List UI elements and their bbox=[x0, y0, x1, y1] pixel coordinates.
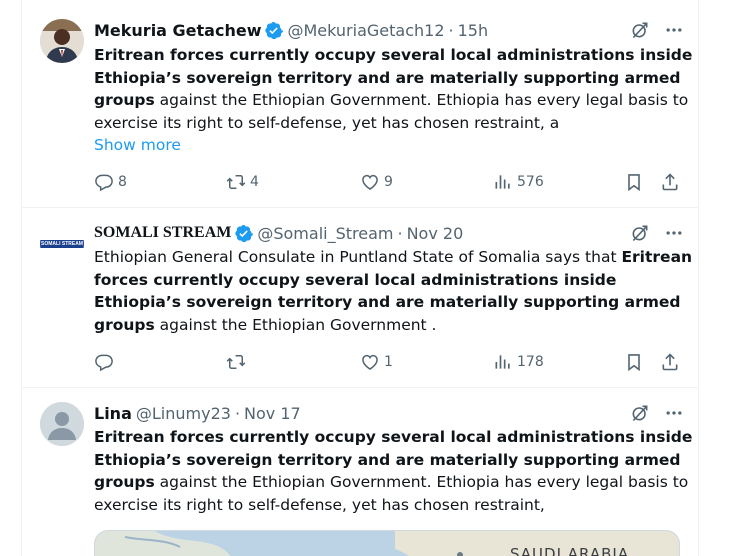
bookmark-icon bbox=[624, 172, 644, 192]
share-icon bbox=[660, 172, 680, 192]
more-icon[interactable] bbox=[664, 403, 684, 423]
verified-badge-icon bbox=[264, 21, 283, 40]
like-button[interactable]: 9 bbox=[360, 170, 393, 194]
author-name[interactable]: Mekuria Getachew bbox=[94, 21, 261, 40]
tweet-text: Eritrean forces currently occupy several… bbox=[94, 44, 694, 157]
author-handle[interactable]: @MekuriaGetach12 bbox=[287, 21, 444, 40]
tweet-media-map[interactable]: SAUDI ARABIA bbox=[94, 530, 680, 556]
tweet-actions: 1 178 bbox=[94, 350, 694, 374]
show-more-link[interactable]: Show more bbox=[94, 134, 694, 157]
share-button[interactable] bbox=[660, 350, 680, 374]
tweet-text-rest: against the Ethiopian Government. Ethiop… bbox=[94, 91, 689, 132]
views-count: 576 bbox=[517, 174, 544, 190]
reply-button[interactable]: 8 bbox=[94, 170, 127, 194]
like-count: 1 bbox=[384, 354, 393, 370]
separator-dot: · bbox=[448, 20, 454, 40]
tweet-actions: 8 4 9 576 bbox=[94, 170, 694, 194]
more-icon[interactable] bbox=[664, 20, 684, 40]
repost-button[interactable] bbox=[226, 350, 250, 374]
like-count: 9 bbox=[384, 174, 393, 190]
reply-count: 8 bbox=[118, 174, 127, 190]
bookmark-icon bbox=[624, 352, 644, 372]
more-icon[interactable] bbox=[664, 223, 684, 243]
somali-stream-logo: SOMALI STREAM bbox=[40, 240, 84, 248]
avatar[interactable]: SOMALI STREAM bbox=[40, 222, 84, 266]
views-button[interactable]: 178 bbox=[493, 350, 544, 374]
repost-icon bbox=[226, 172, 246, 192]
default-avatar[interactable] bbox=[40, 402, 84, 446]
timestamp[interactable]: Nov 20 bbox=[407, 224, 464, 243]
author-name[interactable]: SOMALI STREAM bbox=[94, 224, 231, 242]
like-icon bbox=[360, 172, 380, 192]
like-button[interactable]: 1 bbox=[360, 350, 393, 374]
grok-icon[interactable] bbox=[630, 223, 650, 243]
like-icon bbox=[360, 352, 380, 372]
tweet-text-rest: against the Ethiopian Government. Ethiop… bbox=[94, 473, 689, 514]
grok-icon[interactable] bbox=[630, 403, 650, 423]
tweet[interactable]: Lina @Linumy23 · Nov 17 Eritrean forces … bbox=[22, 388, 698, 556]
tweet-text: Ethiopian General Consulate in Puntland … bbox=[94, 246, 694, 336]
reply-button[interactable] bbox=[94, 350, 118, 374]
timestamp[interactable]: 15h bbox=[458, 21, 489, 40]
timestamp[interactable]: Nov 17 bbox=[244, 404, 301, 423]
author-handle[interactable]: @Somali_Stream bbox=[257, 224, 393, 243]
tweet-header: Mekuria Getachew @MekuriaGetach12 · 15h bbox=[94, 18, 684, 42]
grok-icon[interactable] bbox=[630, 20, 650, 40]
views-count: 178 bbox=[517, 354, 544, 370]
avatar[interactable] bbox=[40, 19, 84, 63]
repost-icon bbox=[226, 352, 246, 372]
separator-dot: · bbox=[234, 403, 241, 423]
views-button[interactable]: 576 bbox=[493, 170, 544, 194]
share-button[interactable] bbox=[660, 170, 680, 194]
tweet-header: Lina @Linumy23 · Nov 17 bbox=[94, 401, 684, 425]
tweet-text-intro: Ethiopian General Consulate in Puntland … bbox=[94, 248, 622, 266]
verified-badge-icon bbox=[234, 224, 253, 243]
map-label: SAUDI ARABIA bbox=[510, 545, 630, 556]
views-icon bbox=[493, 172, 513, 192]
views-icon bbox=[493, 352, 513, 372]
reply-icon bbox=[94, 172, 114, 192]
timeline-feed: Mekuria Getachew @MekuriaGetach12 · 15h … bbox=[21, 0, 699, 556]
tweet-text-rest: against the Ethiopian Government . bbox=[154, 315, 437, 334]
repost-button[interactable]: 4 bbox=[226, 170, 259, 194]
tweet[interactable]: Mekuria Getachew @MekuriaGetach12 · 15h … bbox=[22, 0, 698, 208]
tweet[interactable]: SOMALI STREAM SOMALI STREAM @Somali_Stre… bbox=[22, 208, 698, 388]
author-name[interactable]: Lina bbox=[94, 404, 132, 423]
share-icon bbox=[660, 352, 680, 372]
tweet-header: SOMALI STREAM @Somali_Stream · Nov 20 bbox=[94, 221, 684, 245]
reply-icon bbox=[94, 352, 114, 372]
bookmark-button[interactable] bbox=[624, 170, 644, 194]
author-handle[interactable]: @Linumy23 bbox=[136, 404, 231, 423]
bookmark-button[interactable] bbox=[624, 350, 644, 374]
separator-dot: · bbox=[397, 223, 403, 243]
tweet-text: Eritrean forces currently occupy several… bbox=[94, 426, 694, 516]
repost-count: 4 bbox=[250, 174, 259, 190]
